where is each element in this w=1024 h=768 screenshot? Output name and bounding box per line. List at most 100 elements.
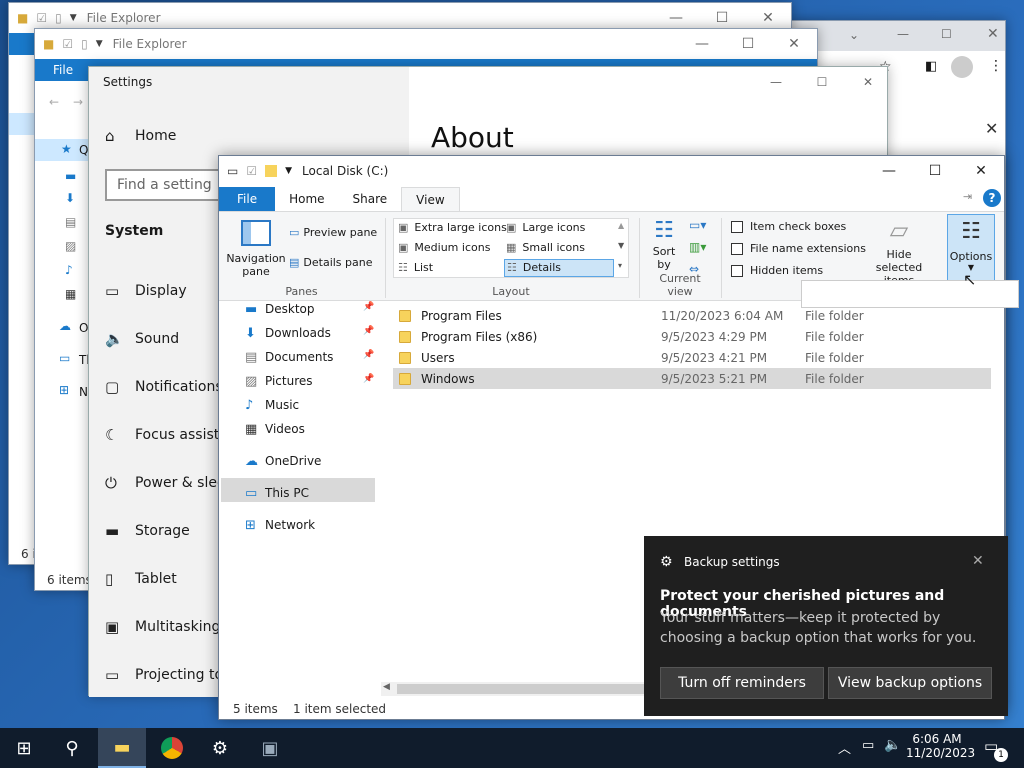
tab-file[interactable]: File	[219, 187, 276, 211]
volume-icon[interactable]: 🔈	[884, 737, 901, 753]
properties-icon[interactable]: ☑	[62, 37, 73, 51]
nav-item-onedrive[interactable]: ☁ OneDrive	[245, 450, 321, 472]
layout-medium-icons[interactable]: ▣ Medium icons	[398, 241, 490, 254]
close-icon[interactable]: ✕	[771, 29, 817, 59]
file-row[interactable]: Program Files 11/20/2023 6:04 AM File fold…	[393, 305, 991, 326]
new-folder-icon[interactable]: ▯	[81, 37, 88, 51]
large-icons-icon: ▣	[506, 221, 517, 234]
clock[interactable]: 6:06 AM 11/20/2023	[906, 732, 975, 760]
navigation-pane-button[interactable]: Navigation pane	[225, 216, 287, 282]
new-folder-icon[interactable]	[265, 165, 278, 177]
minimize-icon[interactable]: —	[753, 67, 799, 97]
tab-home[interactable]: Home	[275, 187, 338, 211]
nav-item-desktop[interactable]: ▬ Desktop	[245, 298, 315, 320]
scroll-down-icon[interactable]: ▼	[618, 241, 624, 250]
file-row-selected[interactable]: Windows 9/5/2023 5:21 PM File folder	[393, 368, 991, 389]
tab-view[interactable]: View	[401, 187, 460, 211]
forward-arrow-icon[interactable]: →	[73, 95, 83, 109]
nav-item-label: N	[79, 385, 88, 399]
layout-list[interactable]: ☷ List	[398, 261, 433, 274]
sort-by-button[interactable]: ☷ Sort by	[649, 218, 679, 271]
pin-icon[interactable]: 📌	[363, 350, 374, 360]
minimize-icon[interactable]: —	[679, 29, 725, 59]
profile-avatar[interactable]	[951, 56, 973, 78]
nav-item-documents[interactable]: ▤ Documents	[245, 346, 333, 368]
new-folder-icon[interactable]: ▯	[55, 11, 62, 25]
nav-item-music[interactable]: ♪ Music	[245, 394, 299, 416]
checkbox[interactable]	[731, 264, 743, 277]
file-tab[interactable]: File	[53, 63, 73, 77]
maximize-icon[interactable]: ☐	[799, 67, 845, 97]
checkbox[interactable]	[731, 220, 743, 233]
clock-time: 6:06 AM	[912, 732, 962, 746]
hidden-items-toggle[interactable]: Hidden items	[731, 264, 823, 277]
documents-icon: ▤	[65, 215, 77, 229]
scrollbar-thumb[interactable]	[397, 684, 647, 694]
maximize-icon[interactable]: ☐	[725, 29, 771, 59]
close-icon[interactable]: ✕	[987, 26, 999, 42]
settings-home[interactable]: ⌂ Home	[105, 127, 176, 145]
nav-item-network[interactable]: ⊞ Network	[245, 514, 315, 536]
nav-item-videos[interactable]: ▦ Videos	[245, 418, 305, 440]
help-icon[interactable]: ?	[983, 189, 1001, 207]
taskbar-chrome[interactable]	[148, 728, 196, 768]
scroll-up-icon[interactable]: ▲	[618, 221, 624, 230]
file-row[interactable]: Program Files (x86) 9/5/2023 4:29 PM File …	[393, 326, 991, 347]
nav-item-pictures[interactable]: ▨ Pictures	[245, 370, 313, 392]
hide-selected-items-button[interactable]: ▱ Hide selected items	[863, 216, 935, 287]
minimize-icon[interactable]: —	[897, 27, 909, 41]
layout-details[interactable]: ☷ Details	[504, 259, 614, 277]
chevron-down-icon[interactable]: ⌄	[849, 28, 859, 42]
search-button[interactable]: ⚲	[48, 728, 96, 768]
side-panel-icon[interactable]: ◧	[925, 59, 937, 74]
checkbox[interactable]	[731, 242, 743, 255]
chevron-down-icon[interactable]: ▼	[70, 13, 77, 23]
chevron-up-icon[interactable]: ︿	[838, 738, 851, 757]
gear-icon: ⚙	[211, 737, 229, 759]
properties-icon[interactable]: ☑	[36, 11, 47, 25]
details-pane-button[interactable]: ▤ Details pane	[289, 256, 373, 269]
pin-icon[interactable]: 📌	[363, 326, 374, 336]
close-icon[interactable]: ✕	[972, 553, 984, 569]
taskbar-file-explorer[interactable]: ▬	[98, 728, 146, 768]
scroll-left-icon[interactable]: ◀	[383, 682, 390, 692]
nav-item-downloads[interactable]: ⬇ Downloads	[245, 322, 331, 344]
toast-body: Your stuff matters—keep it protected by …	[660, 610, 977, 646]
taskbar-app[interactable]: ▣	[246, 728, 294, 768]
nav-item-this-pc[interactable]: ▭ This PC	[245, 482, 309, 504]
taskbar-settings[interactable]: ⚙	[196, 728, 244, 768]
close-icon[interactable]: ✕	[985, 119, 998, 138]
pin-icon[interactable]: 📌	[363, 302, 374, 312]
pin-icon[interactable]: ⇥	[963, 190, 972, 203]
network-icon[interactable]: ▭	[862, 738, 874, 753]
chevron-down-icon[interactable]: ▼	[285, 166, 292, 176]
start-button[interactable]: ⊞	[0, 728, 48, 768]
chevron-down-icon[interactable]: ▼	[96, 39, 103, 49]
layout-large-icons[interactable]: ▣ Large icons	[506, 221, 585, 234]
view-backup-options-button[interactable]: View backup options	[828, 667, 992, 699]
properties-icon[interactable]: ☑	[246, 164, 257, 178]
expand-gallery-icon[interactable]: ▾	[618, 261, 622, 270]
tab-share[interactable]: Share	[339, 187, 402, 211]
layout-extra-large-icons[interactable]: ▣ Extra large icons	[398, 221, 507, 234]
preview-pane-button[interactable]: ▭ Preview pane	[289, 226, 377, 239]
maximize-icon[interactable]: ☐	[912, 156, 958, 186]
backup-notification-toast[interactable]: ⚙ Backup settings ✕ Protect your cherish…	[644, 536, 1008, 716]
item-check-boxes-toggle[interactable]: Item check boxes	[731, 220, 846, 233]
pin-icon[interactable]: 📌	[363, 374, 374, 384]
maximize-icon[interactable]: ☐	[941, 27, 952, 41]
close-icon[interactable]: ✕	[958, 156, 1004, 186]
minimize-icon[interactable]: —	[866, 156, 912, 186]
horizontal-scrollbar[interactable]: ◀	[381, 682, 651, 696]
turn-off-reminders-button[interactable]: Turn off reminders	[660, 667, 824, 699]
add-columns-icon[interactable]: ▥▾	[689, 240, 706, 254]
file-row[interactable]: Users 9/5/2023 4:21 PM File folder	[393, 347, 991, 368]
group-by-icon[interactable]: ▭▾	[689, 218, 706, 232]
layout-small-icons[interactable]: ▦ Small icons	[506, 241, 585, 254]
chrome-icon	[161, 737, 183, 759]
close-icon[interactable]: ✕	[845, 67, 891, 97]
file-name-extensions-toggle[interactable]: File name extensions	[731, 242, 866, 255]
nav-selected-item[interactable]: ★ Q	[35, 139, 89, 161]
menu-icon[interactable]: ⋮	[989, 58, 1003, 74]
back-arrow-icon[interactable]: ←	[49, 95, 59, 109]
